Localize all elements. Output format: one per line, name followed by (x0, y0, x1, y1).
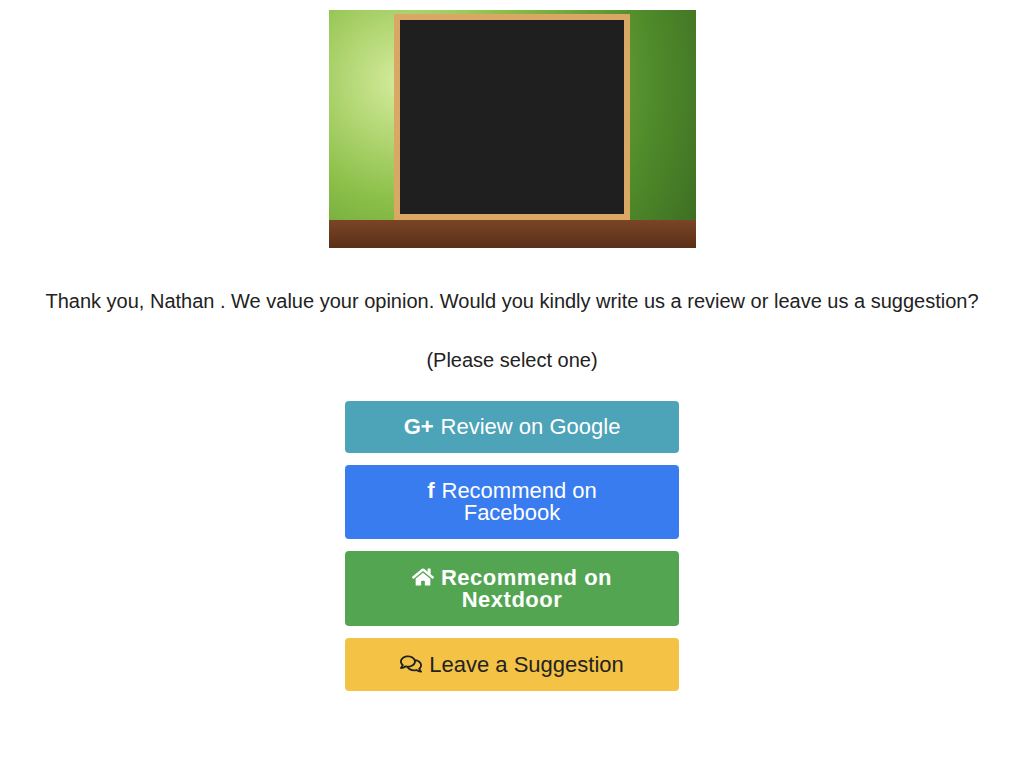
google-icon: G+ (404, 416, 434, 438)
comments-icon (400, 653, 422, 675)
greeting-text: Thank you, Nathan . We value your opinio… (45, 284, 978, 318)
facebook-button[interactable]: fRecommend on Facebook (345, 465, 679, 539)
google-button[interactable]: G+Review on Google (345, 401, 679, 453)
feedback-page: Thank you, Nathan . We value your opinio… (0, 0, 1024, 711)
home-icon (412, 566, 434, 588)
facebook-icon: f (427, 480, 434, 502)
thank-you-photo (329, 10, 696, 248)
chalkboard (394, 14, 630, 220)
suggestion-button[interactable]: Leave a Suggestion (345, 638, 679, 691)
table (329, 220, 696, 248)
action-list: G+Review on Google fRecommend on Facebook… (345, 401, 679, 691)
nextdoor-button[interactable]: Recommend on Nextdoor (345, 551, 679, 626)
instruction-text: (Please select one) (426, 343, 597, 377)
